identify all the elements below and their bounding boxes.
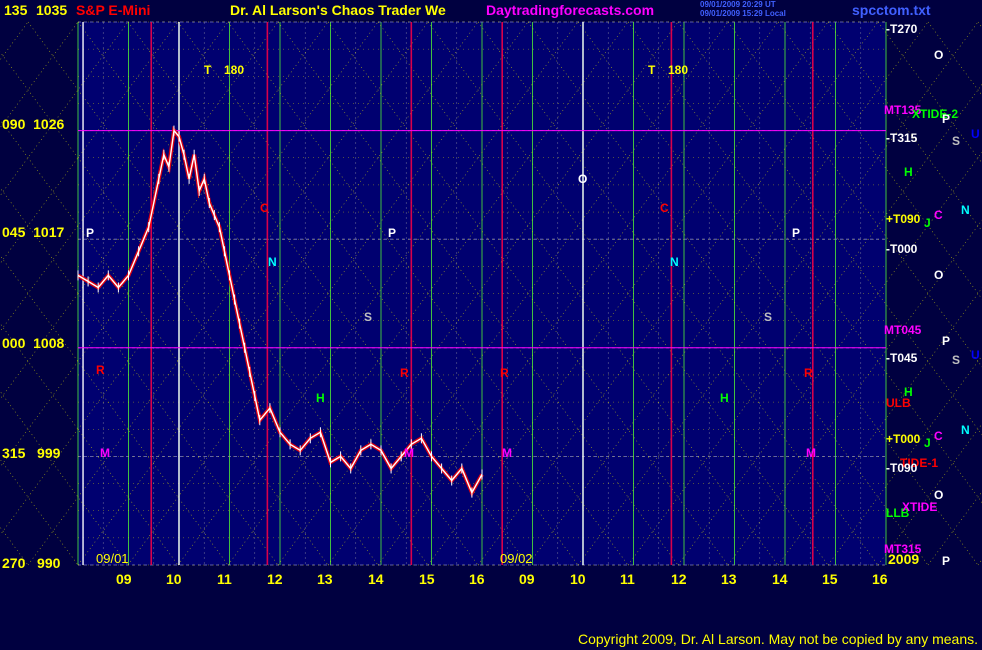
planet-label: O [934, 268, 944, 282]
date-label-0901: 09/01 [96, 551, 129, 566]
plot-label: M [502, 446, 512, 460]
y-label-990: 270 990 [2, 555, 61, 571]
x-tick: 10 [570, 571, 586, 587]
stamp-local: 09/01/2009 15:29 Local [700, 9, 786, 18]
x-tick: 14 [772, 571, 788, 587]
cycle-label: +T090 [886, 212, 921, 226]
cycle-label: -T270 [886, 22, 918, 36]
cycle-label: -T045 [886, 351, 918, 365]
x-tick: 16 [872, 571, 888, 587]
cycle-label: XTIDE [902, 500, 938, 514]
cycle-label: -T315 [886, 131, 918, 145]
site-label: Daytradingforecasts.com [486, 2, 655, 18]
planet-label: N [961, 203, 970, 217]
plot-label: O [578, 172, 588, 186]
plot-label: C [660, 201, 669, 215]
plot-label: S [764, 310, 773, 324]
plot-label: H [316, 391, 325, 405]
x-tick: 10 [166, 571, 182, 587]
plot-label: P [388, 226, 397, 240]
planet-label: O [934, 48, 944, 62]
file-label: spcctom.txt [852, 2, 931, 18]
top-left-angle: 135 [4, 2, 28, 18]
planet-label: P [942, 554, 951, 568]
x-tick: 09 [116, 571, 132, 587]
planet-label: U [971, 348, 980, 362]
y-label-999: 315 999 [2, 445, 61, 461]
top-left-price: 1035 [36, 2, 68, 18]
copyright-notice: Copyright 2009, Dr. Al Larson. May not b… [577, 631, 978, 647]
x-tick: 16 [469, 571, 485, 587]
plot-label: P [792, 226, 801, 240]
planet-label: J [924, 216, 931, 230]
x-tick: 12 [671, 571, 687, 587]
plot-label: M [100, 446, 110, 460]
plot-label: H [720, 391, 729, 405]
x-tick: 11 [217, 571, 232, 587]
planet-label: H [904, 165, 913, 179]
x-tick: 15 [822, 571, 838, 587]
plot-label: M [404, 446, 414, 460]
planet-label: P [942, 334, 951, 348]
planet-label: S [952, 134, 961, 148]
planet-label: C [934, 429, 943, 443]
plot-label: T [204, 63, 212, 77]
instrument-label: S&P E-Mini [76, 2, 151, 18]
x-tick: 14 [368, 571, 384, 587]
y-label-1008: 000 1008 [2, 335, 65, 351]
cycle-label: -T090 [886, 461, 918, 475]
cycle-label: MT045 [884, 323, 922, 337]
planet-label: S [952, 353, 961, 367]
plot-label: 180 [224, 63, 245, 77]
planet-label: P [942, 112, 951, 126]
x-tick: 11 [620, 571, 635, 587]
x-tick: 15 [419, 571, 435, 587]
date-label-0902: 09/02 [500, 551, 533, 566]
chart-title: Dr. Al Larson's Chaos Trader We [230, 2, 446, 18]
stamp-ut: 09/01/2009 20:29 UT [700, 0, 776, 9]
plot-label: 180 [668, 63, 689, 77]
planet-label: U [971, 127, 980, 141]
cycle-label: +T000 [886, 432, 921, 446]
plot-label: S [364, 310, 373, 324]
x-tick: 09 [519, 571, 535, 587]
plot-label: R [400, 366, 409, 380]
plot-label: P [86, 226, 95, 240]
planet-label: J [924, 436, 931, 450]
y-label-1017: 045 1017 [2, 224, 65, 240]
planet-label: N [961, 423, 970, 437]
plot-label: R [804, 366, 813, 380]
planet-label: C [934, 208, 943, 222]
plot-label: R [96, 363, 105, 377]
x-tick: 13 [317, 571, 333, 587]
plot-label: T [648, 63, 656, 77]
cycle-label: XTIDE-2 [912, 107, 959, 121]
plot-label: R [500, 366, 509, 380]
plot-label: N [670, 255, 679, 269]
cycle-label: MT315 [884, 542, 922, 556]
y-label-1026: 090 1026 [2, 116, 65, 132]
x-tick: 12 [267, 571, 283, 587]
plot-label: C [260, 201, 269, 215]
plot-label: N [268, 255, 277, 269]
planet-label: H [904, 385, 913, 399]
plot-label: M [806, 446, 816, 460]
chaos-trader-chart [0, 0, 982, 650]
planet-label: O [934, 488, 944, 502]
x-tick: 13 [721, 571, 737, 587]
cycle-label: -T000 [886, 242, 918, 256]
